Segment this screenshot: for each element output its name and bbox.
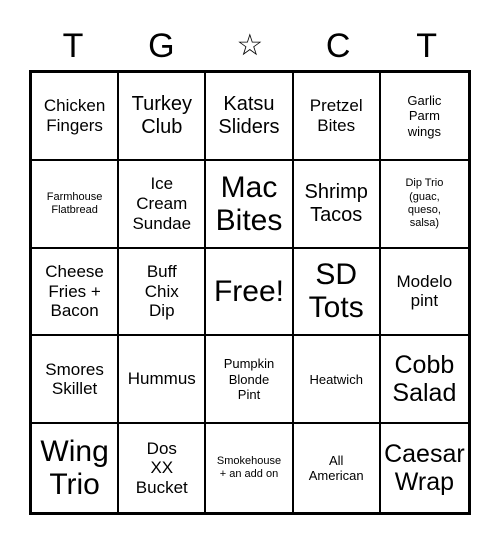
bingo-cell[interactable]: Turkey Club: [119, 73, 207, 161]
bingo-header-letter-5: T: [383, 22, 471, 70]
bingo-cell-label: Garlic Parm wings: [407, 92, 442, 139]
bingo-cell[interactable]: Cheese Fries + Bacon: [32, 248, 120, 337]
bingo-cell-label: Farmhouse Flatbread: [46, 190, 103, 216]
bingo-cell-label: Cobb Salad: [392, 351, 457, 408]
bingo-cell[interactable]: Dos XX Bucket: [119, 424, 207, 512]
bingo-header-row: T G ☆ C T: [29, 22, 471, 70]
bingo-header-letter-3: ☆: [206, 22, 294, 70]
bingo-cell[interactable]: Smokehouse + an add on: [206, 424, 294, 512]
bingo-cell-label: Caesar Wrap: [384, 440, 465, 497]
bingo-cell-label: Cheese Fries + Bacon: [45, 261, 104, 321]
bingo-cell-label: Wing Trio: [40, 435, 109, 502]
bingo-cell[interactable]: Cobb Salad: [380, 336, 468, 425]
bingo-cell[interactable]: Shrimp Tacos: [293, 160, 381, 249]
bingo-header-letter-1: T: [29, 22, 117, 70]
bingo-cell-label: Pretzel Bites: [309, 96, 363, 135]
bingo-cell[interactable]: Pumpkin Blonde Pint: [206, 336, 294, 425]
bingo-header-letter-4: C: [294, 22, 382, 70]
bingo-cell-label: All American: [308, 452, 364, 484]
bingo-cell-label: Free!: [213, 274, 284, 308]
bingo-cell-label: Modelo pint: [396, 271, 453, 311]
bingo-cell-free[interactable]: Free!: [206, 248, 294, 337]
header-letter-text: T: [416, 27, 438, 65]
bingo-cell[interactable]: Caesar Wrap: [381, 424, 468, 512]
bingo-cell-label: Dos XX Bucket: [135, 438, 188, 497]
bingo-cell-label: Buff Chix Dip: [144, 261, 179, 321]
bingo-cell[interactable]: Modelo pint: [380, 249, 468, 337]
star-outline-icon: ☆: [236, 28, 264, 63]
bingo-cell[interactable]: All American: [294, 424, 381, 512]
bingo-cell[interactable]: Chicken Fingers: [32, 73, 120, 161]
bingo-cell[interactable]: Ice Cream Sundae: [119, 160, 207, 249]
bingo-cell-label: Chicken Fingers: [43, 96, 106, 135]
bingo-cell[interactable]: Buff Chix Dip: [119, 248, 207, 337]
bingo-header-letter-2: G: [117, 22, 205, 70]
bingo-cell[interactable]: Smores Skillet: [32, 336, 120, 425]
bingo-cell[interactable]: Farmhouse Flatbread: [32, 160, 120, 249]
bingo-cell-label: Pumpkin Blonde Pint: [223, 356, 275, 402]
bingo-cell-label: Turkey Club: [131, 93, 192, 138]
bingo-cell[interactable]: SD Tots: [293, 248, 381, 337]
bingo-cell-label: Shrimp Tacos: [304, 180, 368, 226]
bingo-cell-label: Ice Cream Sundae: [132, 174, 192, 233]
bingo-cell[interactable]: Katsu Sliders: [206, 73, 294, 161]
bingo-cell-label: Dip Trio (guac, queso, salsa): [405, 177, 444, 229]
bingo-cell[interactable]: Hummus: [119, 336, 207, 425]
bingo-cell-label: Smores Skillet: [45, 359, 104, 399]
header-letter-text: T: [62, 27, 84, 65]
header-letter-text: C: [325, 27, 351, 65]
bingo-cell-label: Heatwich: [309, 371, 363, 387]
bingo-cell[interactable]: Wing Trio: [32, 424, 120, 512]
bingo-cell[interactable]: Heatwich: [293, 336, 381, 425]
bingo-cell[interactable]: Pretzel Bites: [293, 73, 381, 161]
bingo-card: T G ☆ C T Chicken Fingers Turkey Club Ka…: [0, 0, 501, 544]
bingo-grid: Chicken Fingers Turkey Club Katsu Slider…: [29, 70, 471, 515]
header-letter-text: G: [148, 27, 176, 65]
bingo-cell-label: Hummus: [127, 369, 196, 389]
bingo-cell[interactable]: Mac Bites: [206, 160, 294, 249]
bingo-cell-label: Smokehouse + an add on: [216, 454, 282, 481]
bingo-cell-label: Mac Bites: [215, 170, 283, 237]
bingo-cell-label: Katsu Sliders: [218, 93, 280, 138]
bingo-cell[interactable]: Dip Trio (guac, queso, salsa): [380, 161, 468, 249]
bingo-cell-label: SD Tots: [308, 258, 364, 325]
bingo-cell[interactable]: Garlic Parm wings: [380, 73, 468, 161]
